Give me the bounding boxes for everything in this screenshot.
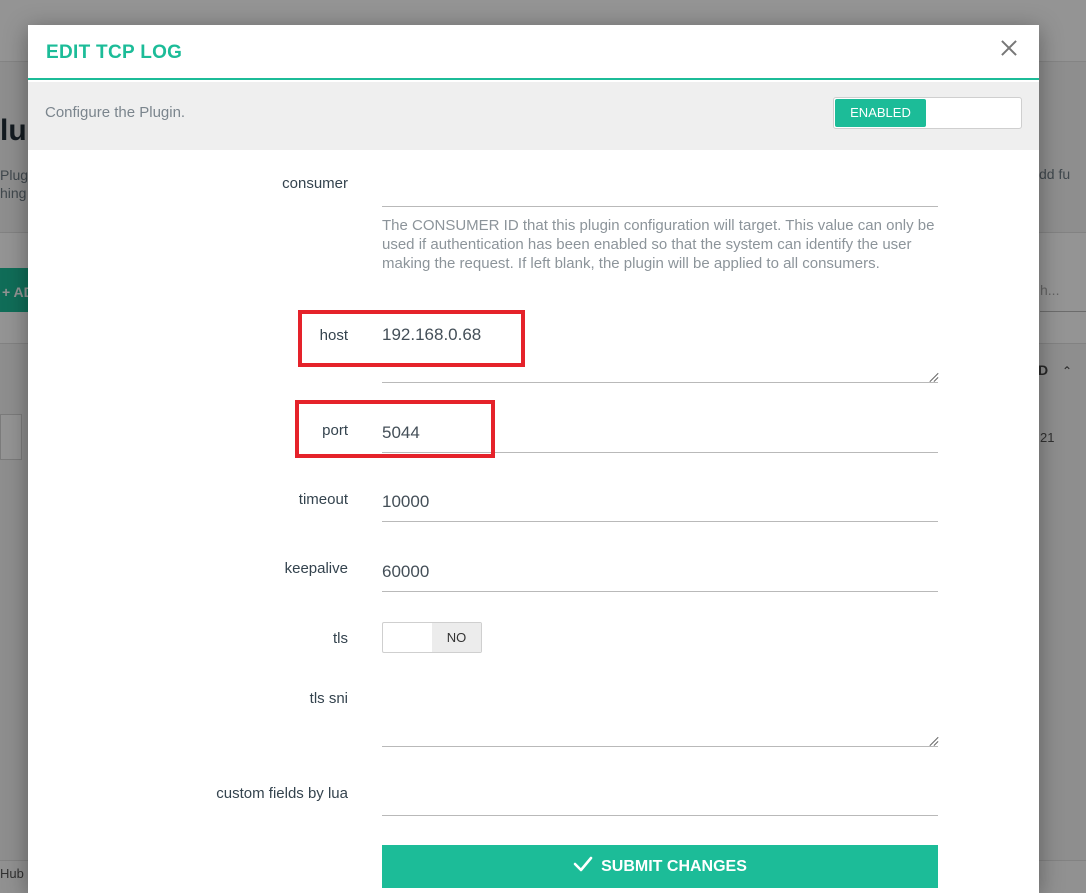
tls-sni-textarea-underline	[382, 746, 938, 747]
keepalive-input[interactable]: 60000	[382, 562, 429, 582]
edit-plugin-modal: EDIT TCP LOG Configure the Plugin. ENABL…	[28, 25, 1039, 893]
enabled-toggle[interactable]: ENABLED	[833, 97, 1022, 129]
keepalive-input-underline	[382, 591, 938, 592]
resize-handle-icon[interactable]	[928, 736, 938, 746]
config-bar: Configure the Plugin. ENABLED	[28, 82, 1039, 150]
tls-sni-label: tls sni	[309, 690, 348, 707]
tls-toggle[interactable]: NO	[382, 622, 482, 653]
submit-changes-button[interactable]: SUBMIT CHANGES	[382, 845, 938, 888]
custom-fields-by-lua-label: custom fields by lua	[216, 785, 348, 802]
consumer-help-text: The CONSUMER ID that this plugin configu…	[382, 217, 935, 272]
close-icon[interactable]	[996, 35, 1022, 61]
custom-fields-by-lua-underline	[382, 815, 938, 816]
enabled-toggle-label: ENABLED	[835, 99, 926, 127]
submit-changes-label: SUBMIT CHANGES	[601, 858, 747, 875]
host-textarea-underline	[382, 382, 938, 383]
check-icon	[573, 856, 593, 872]
consumer-input-underline	[382, 206, 938, 207]
config-subtitle: Configure the Plugin.	[45, 104, 186, 121]
timeout-label: timeout	[298, 491, 348, 508]
highlight-box-host	[298, 310, 525, 367]
resize-handle-icon[interactable]	[928, 372, 938, 382]
highlight-box-port	[295, 400, 495, 458]
modal-title: EDIT TCP LOG	[46, 42, 183, 63]
tls-toggle-label: NO	[432, 623, 481, 652]
timeout-input-underline	[382, 521, 938, 522]
consumer-label: consumer	[282, 175, 348, 192]
tls-label: tls	[333, 630, 348, 647]
keepalive-label: keepalive	[284, 560, 348, 577]
modal-header: EDIT TCP LOG	[28, 25, 1039, 80]
timeout-input[interactable]: 10000	[382, 492, 429, 512]
